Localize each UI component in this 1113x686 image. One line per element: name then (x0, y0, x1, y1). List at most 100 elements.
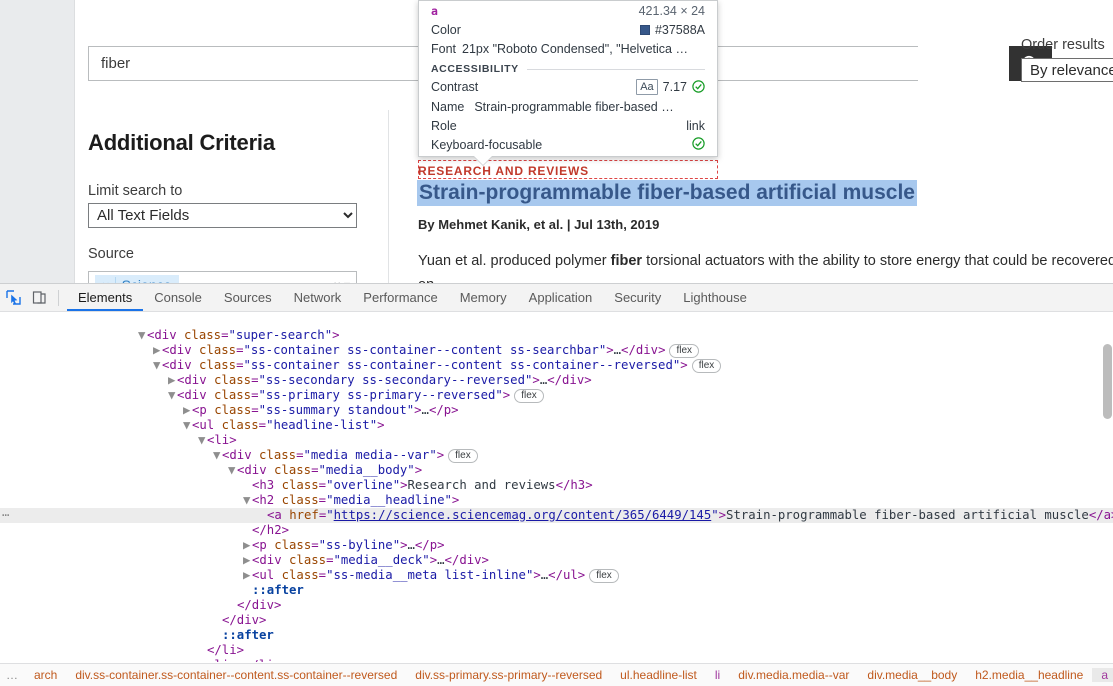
breadcrumb-overflow-icon[interactable]: … (0, 668, 25, 682)
tooltip-font-label: Font (431, 41, 457, 56)
devtools-inspect-tooltip: a 421.34 × 24 Color #37588A Font 21px "R… (418, 0, 718, 165)
dom-twisty-icon[interactable]: ▼ (228, 463, 237, 478)
breadcrumb-item[interactable]: ul.headline-list (611, 668, 706, 682)
tooltip-contrast-label: Contrast (431, 80, 479, 94)
tooltip-arrow (474, 156, 492, 165)
dom-twisty-icon[interactable]: ▼ (243, 493, 252, 508)
dom-tree[interactable]: ▼ <div class="super-search"> ▶ <div class="… (0, 313, 1113, 662)
dom-node[interactable]: ▼ <div class="ss-container ss-container--… (0, 358, 1113, 373)
breadcrumb-item[interactable]: div.media.media--var (729, 668, 858, 682)
dom-twisty-icon[interactable]: ▼ (168, 388, 177, 403)
dom-node[interactable]: ▼ <div class="super-search"> (0, 328, 1113, 343)
dom-twisty-icon[interactable]: ▶ (168, 373, 177, 388)
result-overline: RESEARCH AND REVIEWS (418, 164, 589, 178)
inspect-element-icon[interactable] (0, 285, 26, 311)
dom-node[interactable]: ▶ <p class="ss-summary standout">…</p> (0, 403, 1113, 418)
device-toolbar-icon[interactable] (26, 285, 52, 311)
tooltip-color-value: #37588A (654, 22, 705, 37)
keyboard-pass-check-icon (692, 137, 705, 152)
page-left-gutter (0, 0, 75, 283)
dom-node[interactable]: </div> (0, 598, 1113, 613)
limit-search-select[interactable]: All Text Fields (88, 203, 357, 228)
scrollbar-thumb[interactable] (1103, 344, 1112, 419)
tab-network[interactable]: Network (283, 284, 353, 311)
dom-twisty-icon[interactable]: ▶ (183, 403, 192, 418)
dom-twisty-icon[interactable]: ▼ (138, 328, 147, 343)
tooltip-dimensions: 421.34 × 24 (638, 3, 705, 18)
tooltip-name-label: Name (431, 99, 465, 114)
tooltip-color-label: Color (431, 22, 461, 37)
breadcrumb-item[interactable]: h2.media__headline (966, 668, 1092, 682)
dom-node[interactable]: ::after (0, 628, 1113, 643)
tab-performance[interactable]: Performance (352, 284, 448, 311)
deck-bold-fiber-1: fiber (610, 253, 643, 269)
tab-console[interactable]: Console (143, 284, 213, 311)
contrast-pass-check-icon (692, 79, 705, 95)
dom-twisty-icon[interactable]: ▶ (198, 658, 207, 662)
tooltip-font-row: Font 21px "Roboto Condensed", "Helvetica… (419, 39, 717, 58)
dom-node-selected[interactable]: ⋯ <a href="https://science.sciencemag.org… (0, 508, 1113, 523)
breadcrumb-item[interactable]: arch (25, 668, 66, 682)
order-results-control: Order results By relevance (1021, 36, 1113, 82)
dom-node[interactable]: ▶ <div class="media__deck">…</div> (0, 553, 1113, 568)
node-menu-icon[interactable]: ⋯ (2, 508, 10, 523)
color-swatch-icon (639, 24, 650, 35)
dom-node[interactable]: <h3 class="overline">Research and review… (0, 478, 1113, 493)
breadcrumb-item[interactable]: li (706, 668, 729, 682)
dom-node[interactable]: ▶ <div class="ss-secondary ss-secondary--… (0, 373, 1113, 388)
dom-twisty-icon[interactable]: ▼ (183, 418, 192, 433)
toolbar-divider (58, 289, 59, 306)
dom-tree-scrollbar[interactable] (1103, 314, 1112, 644)
devtools-toolbar: Elements Console Sources Network Performance… (0, 284, 1113, 312)
tooltip-role-value: link (686, 118, 705, 133)
tooltip-contrast-row: Contrast Aa 7.17 (419, 77, 717, 97)
order-results-label: Order results (1021, 37, 1105, 53)
dom-node[interactable]: ▼ <ul class="headline-list"> (0, 418, 1113, 433)
dom-node[interactable]: ::after (0, 583, 1113, 598)
tooltip-name-row: Name Strain-programmable fiber-based art… (419, 97, 717, 116)
dom-node[interactable]: </h2> (0, 523, 1113, 538)
result-deck: Yuan et al. produced polymer fiber torsi… (418, 249, 1113, 283)
tab-sources[interactable]: Sources (213, 284, 283, 311)
tab-memory[interactable]: Memory (449, 284, 518, 311)
dom-twisty-icon[interactable]: ▶ (153, 343, 162, 358)
order-results-select[interactable]: By relevance (1021, 58, 1113, 82)
result-headline-highlight: Strain-programmable fiber-based artifici… (417, 180, 917, 206)
tab-application[interactable]: Application (518, 284, 604, 311)
dom-twisty-icon[interactable]: ▶ (243, 568, 252, 583)
dom-node[interactable]: ▼ <div class="media__body"> (0, 463, 1113, 478)
dom-node[interactable]: ▼ <h2 class="media__headline"> (0, 493, 1113, 508)
dom-twisty-icon[interactable]: ▼ (198, 433, 207, 448)
tooltip-tag-row: a 421.34 × 24 (419, 1, 717, 20)
tooltip-contrast-value: 7.17 (662, 80, 687, 94)
dom-node[interactable]: ▶ <p class="ss-byline">…</p> (0, 538, 1113, 553)
breadcrumb-item[interactable]: a (1092, 668, 1113, 682)
source-multiselect[interactable]: × Science × ▾ (88, 271, 357, 283)
tab-elements[interactable]: Elements (67, 284, 143, 311)
dom-node[interactable]: ▼ <div class="media media--var"> flex (0, 448, 1113, 463)
additional-criteria-title: Additional Criteria (88, 130, 275, 155)
dom-twisty-icon[interactable]: ▼ (213, 448, 222, 463)
dom-node[interactable]: ▼ <li> (0, 433, 1113, 448)
dom-twisty-icon[interactable]: ▶ (243, 553, 252, 568)
breadcrumb-item[interactable]: div.media__body (858, 668, 966, 682)
dom-node[interactable] (0, 313, 1113, 328)
result-headline-link[interactable]: Strain-programmable fiber-based artifici… (419, 181, 915, 204)
tab-lighthouse[interactable]: Lighthouse (672, 284, 758, 311)
deck-text-1: Yuan et al. produced polymer (418, 253, 611, 269)
breadcrumb-item[interactable]: div.ss-primary.ss-primary--reversed (406, 668, 611, 682)
dom-node[interactable]: ▶ <div class="ss-container ss-container--… (0, 343, 1113, 358)
dom-node[interactable]: ▼ <div class="ss-primary ss-primary--reve… (0, 388, 1113, 403)
dom-node[interactable]: </li> (0, 643, 1113, 658)
limit-search-label: Limit search to (88, 183, 183, 199)
dom-twisty-icon[interactable]: ▼ (153, 358, 162, 373)
breadcrumb-item[interactable]: div.ss-container.ss-container--content.s… (66, 668, 406, 682)
tab-security[interactable]: Security (603, 284, 672, 311)
devtools-tab-bar: Elements Console Sources Network Performance… (67, 284, 758, 311)
dom-twisty-icon[interactable]: ▶ (243, 538, 252, 553)
devtools-panel: Elements Console Sources Network Performance… (0, 283, 1113, 686)
source-chip-science[interactable]: × Science (95, 275, 180, 283)
dom-node[interactable]: ▶<li>…</li> (0, 658, 1113, 662)
dom-node[interactable]: </div> (0, 613, 1113, 628)
dom-node[interactable]: ▶ <ul class="ss-media__meta list-inline">… (0, 568, 1113, 583)
